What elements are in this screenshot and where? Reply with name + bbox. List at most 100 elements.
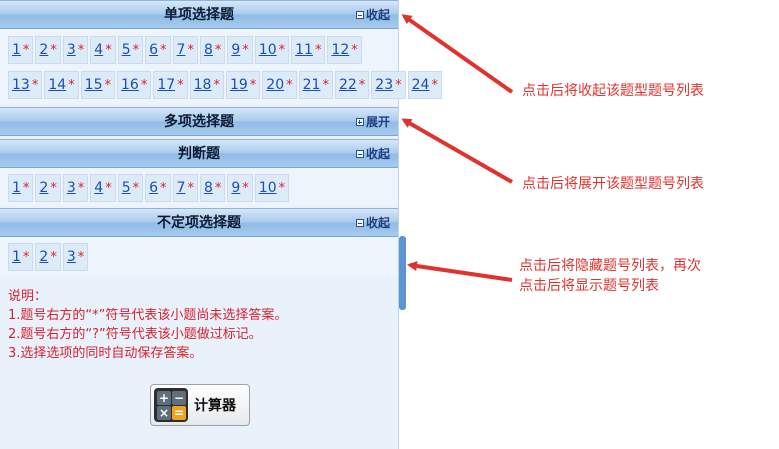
question-number-link[interactable]: 17 * [153,71,188,99]
question-number: 2 [39,180,49,196]
section-title: 判断题 [178,146,220,162]
unanswered-mark: * [242,180,249,196]
question-number: 16 [120,77,139,93]
question-number: 4 [94,180,104,196]
arrow-to-expand-toggle [401,118,513,184]
collapse-toggle-single-choice[interactable]: 收起 [355,1,390,29]
question-number: 17 [157,77,176,93]
unanswered-mark: * [140,77,148,93]
unanswered-mark: * [351,42,358,58]
unanswered-mark: * [50,42,57,58]
question-number: 10 [258,42,277,58]
question-number: 4 [94,42,104,58]
question-number-link[interactable]: 8 * [199,36,226,64]
question-number-link[interactable]: 8 * [199,174,226,202]
question-number-link[interactable]: 9 * [227,36,253,64]
annotation-collapse: 点击后将收起该题型题号列表 [522,83,704,99]
question-number-link[interactable]: 19 * [225,71,261,99]
calculator-button[interactable]: + − × = 计算器 [150,384,250,426]
question-number-link[interactable]: 21 * [298,71,333,99]
question-number-link[interactable]: 15 * [80,71,115,99]
notes-line: 3.选择选项的同时自动保存答案。 [8,346,203,361]
question-number: 13 [12,77,30,93]
question-number: 11 [295,42,313,58]
toggle-label: 收起 [365,147,390,161]
unanswered-mark: * [187,180,194,196]
expand-icon [355,118,364,126]
question-number: 15 [84,77,103,93]
question-number: 7 [176,42,186,58]
question-row: 13 * 14 * 15 * 16 * 17 * 18 * 19 * 20 * 21 * 22 * 23 * 24 * [8,71,442,99]
unanswered-mark: * [286,77,293,93]
question-number-link[interactable]: 2 * [35,174,61,202]
calc-key-plus: + [157,391,171,405]
notes-heading: 说明： [8,289,48,304]
question-number: 8 [203,180,213,196]
question-number-link[interactable]: 22 * [334,71,370,99]
question-number: 6 [149,180,159,196]
question-number: 18 [193,77,212,93]
question-number-link[interactable]: 16 * [116,71,152,99]
unanswered-mark: * [132,42,140,58]
question-number: 21 [302,77,321,93]
question-number-link[interactable]: 1 * [8,243,34,271]
question-number-link[interactable]: 5 * [117,36,144,64]
question-number-link[interactable]: 24 * [407,71,442,99]
unanswered-mark: * [22,180,30,196]
question-navigator-panel: 单项选择题 收起 1 * 2 * 3 * 4 * 5 * 6 * 7 * 8 * 9 * 10 * 11 * 12 * 13 *… [0,0,442,449]
unanswered-mark: * [22,249,30,265]
section-header-true-false: 判断题 收起 [0,139,398,168]
question-number-link[interactable]: 11 * [291,36,326,64]
question-number-link[interactable]: 10 * [254,36,290,64]
expand-toggle-multiple-choice[interactable]: 展开 [355,108,390,136]
unanswered-mark: * [278,180,286,196]
question-number-link[interactable]: 7 * [172,174,198,202]
question-number: 22 [338,77,357,93]
section-header-multiple-choice: 多项选择题 展开 [0,107,398,136]
question-number-link[interactable]: 1 * [8,36,34,64]
toggle-label: 收起 [365,216,390,230]
collapse-toggle-true-false[interactable]: 收起 [355,140,390,168]
question-number-link[interactable]: 6 * [145,36,171,64]
calc-key-equals: = [172,406,186,420]
question-number-link[interactable]: 3 * [62,174,89,202]
toggle-label: 展开 [365,115,390,129]
calc-key-minus: − [172,391,186,405]
question-number-link[interactable]: 5 * [117,174,144,202]
question-number-link[interactable]: 20 * [262,71,297,99]
section-header-single-choice: 单项选择题 收起 [0,0,398,29]
question-number-link[interactable]: 6 * [145,174,171,202]
section-title: 多项选择题 [164,114,234,130]
question-number-link[interactable]: 2 * [35,243,61,271]
question-number-link[interactable]: 1 * [8,174,34,202]
question-number: 12 [331,42,350,58]
question-number-link[interactable]: 4 * [90,36,116,64]
question-number-link[interactable]: 10 * [254,174,290,202]
question-number-link[interactable]: 2 * [35,36,61,64]
question-number: 6 [149,42,159,58]
question-number-link[interactable]: 7 * [172,36,198,64]
question-row: 1 * 2 * 3 * 4 * 5 * 6 * 7 * 8 * 9 * 10 * [8,174,290,202]
question-number-link[interactable]: 23 * [371,71,406,99]
question-number-link[interactable]: 13 * [8,71,43,99]
unanswered-mark: * [358,77,366,93]
question-number-link[interactable]: 4 * [90,174,116,202]
notes-line: 2.题号右方的“?”符号代表该小题做过标记。 [8,327,262,342]
question-number-link[interactable]: 18 * [189,71,224,99]
panel-toggle-handle[interactable] [399,236,406,310]
question-number-link[interactable]: 12 * [327,36,362,64]
question-number: 7 [176,180,186,196]
question-number-link[interactable]: 3 * [62,36,89,64]
calc-key-multiply: × [157,406,171,420]
question-number-link[interactable]: 3 * [62,243,89,271]
question-number: 14 [48,77,67,93]
question-number-link[interactable]: 9 * [227,174,253,202]
unanswered-mark: * [431,77,438,93]
unanswered-mark: * [213,77,220,93]
question-number: 3 [66,249,76,265]
unanswered-mark: * [22,42,30,58]
question-number-link[interactable]: 14 * [44,71,79,99]
question-list-indefinite-choice: 1 * 2 * 3 * [0,237,398,277]
question-number: 24 [411,77,430,93]
collapse-toggle-indefinite-choice[interactable]: 收起 [355,209,390,237]
